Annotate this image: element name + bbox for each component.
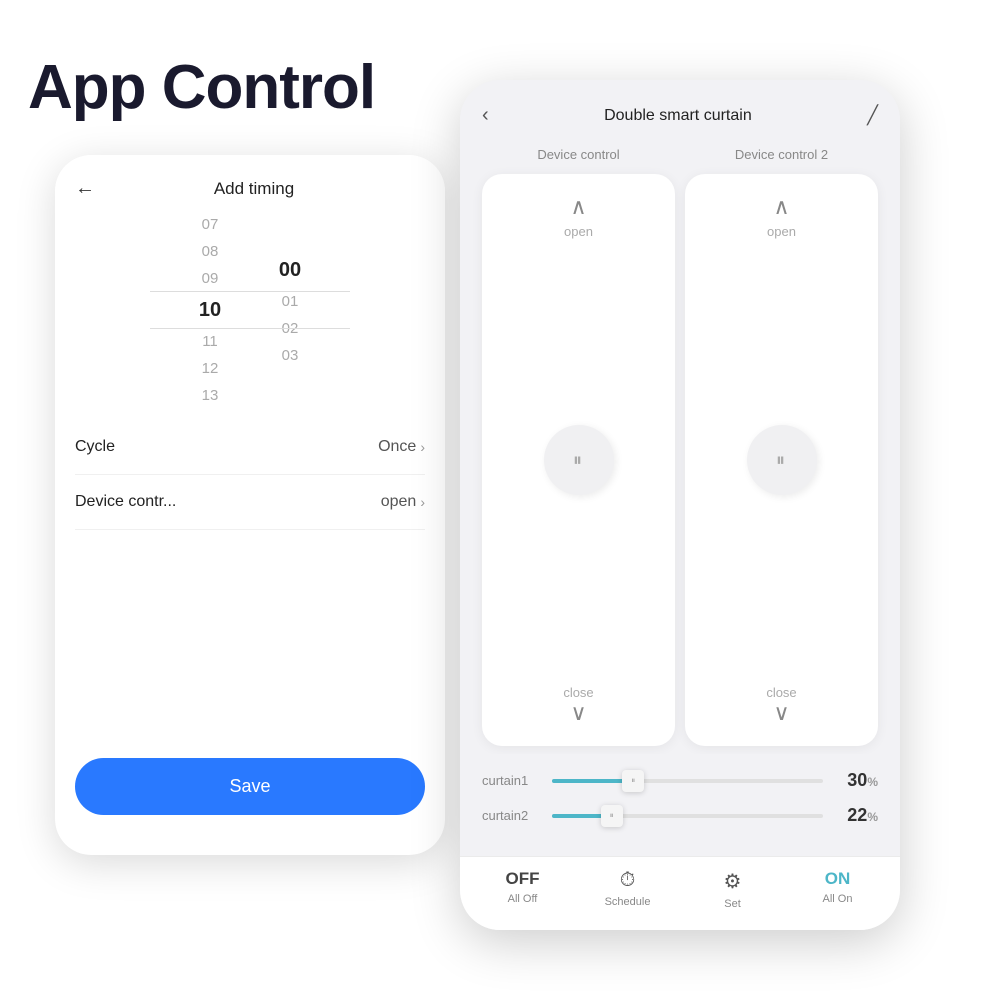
cycle-value: Once › xyxy=(378,438,425,456)
hour-column[interactable]: 07 08 09 10 11 12 13 xyxy=(170,211,250,409)
on-text: ON xyxy=(825,869,851,889)
edit-icon[interactable]: ╱ xyxy=(867,105,878,126)
hour-10-selected: 10 xyxy=(170,292,250,328)
minute-column[interactable]: 00 01 02 03 xyxy=(250,252,330,369)
right-back-button[interactable]: ‹ xyxy=(482,104,489,127)
device-control-2-label: Device control 2 xyxy=(685,147,878,162)
hour-07: 07 xyxy=(170,211,250,238)
curtain1-label: curtain1 xyxy=(482,773,542,788)
schedule-label: Schedule xyxy=(605,896,651,908)
curtain2-value: 22% xyxy=(833,805,878,826)
minute-00-selected: 00 xyxy=(250,252,330,288)
sliders-section: curtain1 ⏸ 30% curtain2 ⏸ 22 xyxy=(460,754,900,856)
settings-section: Cycle Once › Device contr... open › xyxy=(55,420,445,530)
pause-icon-1: ⏸ xyxy=(573,450,584,471)
cycle-setting-row[interactable]: Cycle Once › xyxy=(75,420,425,475)
schedule-icon: ⏱ xyxy=(620,869,636,892)
right-phone: ‹ Double smart curtain ╱ Device control … xyxy=(460,80,900,930)
control-panel-1: ∧ open ⏸ close ∨ xyxy=(482,174,675,746)
curtain2-label: curtain2 xyxy=(482,808,542,823)
set-button[interactable]: ⚙ Set xyxy=(680,869,785,910)
curtain2-thumb[interactable]: ⏸ xyxy=(601,805,623,827)
device-control-setting-row[interactable]: Device contr... open › xyxy=(75,475,425,530)
curtain1-track[interactable]: ⏸ xyxy=(552,779,823,783)
settings-icon: ⚙ xyxy=(724,869,742,894)
pause-button-2[interactable]: ⏸ xyxy=(747,425,817,495)
down-arrow-2[interactable]: ∨ xyxy=(773,700,789,726)
open-section-1: ∧ open xyxy=(564,194,593,239)
curtain2-track[interactable]: ⏸ xyxy=(552,814,823,818)
hour-08: 08 xyxy=(170,238,250,265)
right-phone-header: ‹ Double smart curtain ╱ xyxy=(460,80,900,139)
all-off-button[interactable]: OFF All Off xyxy=(470,869,575,905)
right-screen-title: Double smart curtain xyxy=(604,107,752,125)
curtain2-pct: % xyxy=(867,810,878,824)
open-section-2: ∧ open xyxy=(767,194,796,239)
up-arrow-2[interactable]: ∧ xyxy=(773,194,789,220)
down-arrow-1[interactable]: ∨ xyxy=(570,700,586,726)
close-label-1: close xyxy=(563,685,593,700)
device-control-label: Device contr... xyxy=(75,493,176,511)
minute-01: 01 xyxy=(250,288,330,315)
left-phone-header: ← Add timing xyxy=(55,155,445,210)
all-on-label: All On xyxy=(823,893,853,905)
save-button[interactable]: Save xyxy=(75,758,425,815)
left-screen-title: Add timing xyxy=(107,179,401,199)
thumb-icon-2: ⏸ xyxy=(610,811,614,821)
save-btn-container: Save xyxy=(75,758,425,815)
curtain1-thumb[interactable]: ⏸ xyxy=(622,770,644,792)
chevron-right-icon: › xyxy=(420,439,425,455)
curtain1-value: 30% xyxy=(833,770,878,791)
chevron-right-icon-2: › xyxy=(420,494,425,510)
open-label-2: open xyxy=(767,224,796,239)
time-picker[interactable]: 07 08 09 10 11 12 13 00 01 02 03 xyxy=(55,210,445,410)
pause-icon-2: ⏸ xyxy=(776,450,787,471)
bottom-bar: OFF All Off ⏱ Schedule ⚙ Set ON All On xyxy=(460,856,900,930)
hour-11: 11 xyxy=(170,328,250,355)
set-label: Set xyxy=(724,898,741,910)
all-on-button[interactable]: ON All On xyxy=(785,869,890,905)
schedule-button[interactable]: ⏱ Schedule xyxy=(575,869,680,908)
minute-02: 02 xyxy=(250,315,330,342)
cycle-label: Cycle xyxy=(75,438,115,456)
open-label-1: open xyxy=(564,224,593,239)
control-panels: ∧ open ⏸ close ∨ ∧ open ⏸ xyxy=(460,166,900,754)
all-off-label: All Off xyxy=(508,893,538,905)
thumb-icon-1: ⏸ xyxy=(631,776,635,786)
hour-09: 09 xyxy=(170,265,250,292)
curtain1-row: curtain1 ⏸ 30% xyxy=(482,770,878,791)
off-text: OFF xyxy=(506,869,540,889)
close-label-2: close xyxy=(766,685,796,700)
close-section-2: close ∨ xyxy=(766,681,796,726)
page-title: App Control xyxy=(28,52,375,123)
close-section-1: close ∨ xyxy=(563,681,593,726)
pause-button-1[interactable]: ⏸ xyxy=(544,425,614,495)
curtain1-pct: % xyxy=(867,775,878,789)
curtain1-fill xyxy=(552,779,633,783)
hour-13: 13 xyxy=(170,382,250,409)
hour-12: 12 xyxy=(170,355,250,382)
up-arrow-1[interactable]: ∧ xyxy=(570,194,586,220)
left-phone: ← Add timing 07 08 09 10 11 12 13 00 01 … xyxy=(55,155,445,855)
back-button[interactable]: ← xyxy=(75,177,95,200)
device-control-value: open › xyxy=(381,493,425,511)
control-panel-2: ∧ open ⏸ close ∨ xyxy=(685,174,878,746)
curtain2-row: curtain2 ⏸ 22% xyxy=(482,805,878,826)
device-labels: Device control Device control 2 xyxy=(460,139,900,166)
minute-03: 03 xyxy=(250,342,330,369)
device-control-1-label: Device control xyxy=(482,147,675,162)
